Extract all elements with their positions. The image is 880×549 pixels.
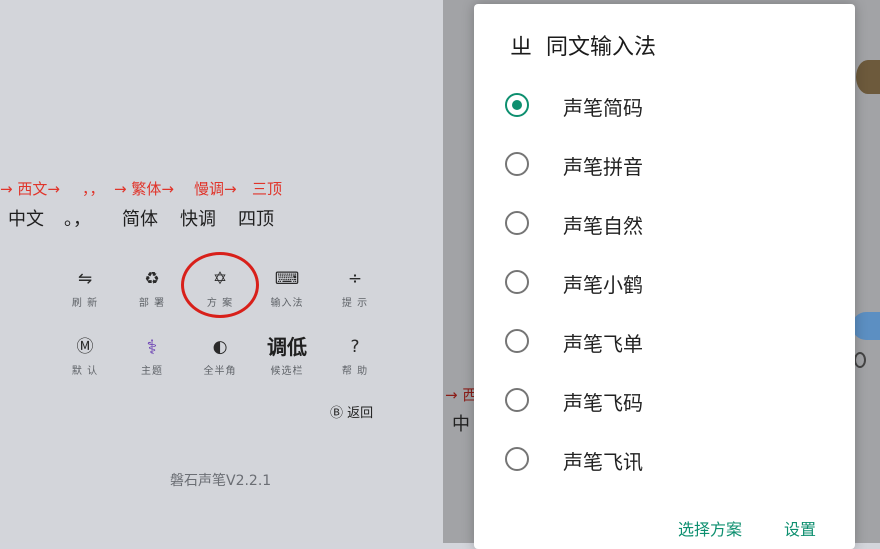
radio-button[interactable] [505,211,529,235]
scheme-option-label: 声笔小鹤 [563,273,643,297]
fullwidth-label: 全半角 [203,366,237,377]
mode-siding[interactable]: 四顶 [238,205,274,231]
hint-label: 提 示 [341,298,369,309]
scheme-option-label: 声笔拼音 [563,155,643,179]
background-hint-fragment: → 西 [445,386,478,404]
scheme-option[interactable]: 声笔飞讯 [505,440,845,480]
scheme-option[interactable]: 声笔飞单 [505,322,845,362]
background-image-fragment [856,60,880,94]
half-circle-icon: ◐ [212,337,228,357]
select-scheme-button[interactable]: 选择方案 [678,516,742,540]
scheme-option-label: 声笔自然 [563,214,643,238]
dialog-title: ㄓ同文输入法 [510,29,656,61]
radio-button[interactable] [505,388,529,412]
ime-label: 输入法 [270,298,304,309]
hint-fanti: → 繁体→ [114,180,174,198]
recycle-icon: ♻ [144,269,160,289]
version-label: 磐石声笔V2.2.1 [170,473,272,489]
help-key[interactable]: ? 帮 助 [325,334,385,377]
scheme-option[interactable]: 声笔飞码 [505,381,845,421]
keyboard-icon: ⌨ [274,269,300,289]
help-label: 帮 助 [341,366,369,377]
mode-kuaidiao[interactable]: 快调 [180,205,216,231]
scheme-option[interactable]: 声笔简码 [505,86,845,126]
background-mode-fragment: 中 [452,414,470,435]
deploy-label: 部 署 [138,298,166,309]
default-label: 默 认 [71,366,99,377]
refresh-label: 刷 新 [71,298,99,309]
scheme-option[interactable]: 声笔拼音 [505,145,845,185]
hint-xiwen: → 西文→ [0,180,60,198]
scheme-select-dialog: ㄓ同文输入法 声笔简码 声笔拼音 声笔自然 声笔小鹤 声笔飞单 声笔飞码 声笔飞… [474,4,855,549]
return-button[interactable]: Ⓑ 返回 [330,402,373,421]
caduceus-icon: ⚕ [146,335,158,359]
scheme-option-label: 声笔飞单 [563,332,643,356]
fullwidth-key[interactable]: ◐ 全半角 [190,334,250,377]
mode-jianti[interactable]: 简体 [122,205,158,231]
scheme-option-label: 声笔飞码 [563,391,643,415]
theme-label: 主题 [141,366,163,377]
divide-icon: ÷ [347,269,363,289]
candidate-bar-label: 候选栏 [270,366,304,377]
hint-sanding: 三顶 [252,180,283,198]
background-icon-fragment [854,352,866,368]
scheme-option[interactable]: 声笔自然 [505,204,845,244]
dialog-title-text: 同文输入法 [546,35,657,60]
candidate-bar-value: 调低 [267,335,307,359]
refresh-key[interactable]: ⇋ 刷 新 [55,266,115,309]
scheme-option-label: 声笔飞讯 [563,450,643,474]
candidate-bar-key[interactable]: 调低 候选栏 [257,334,317,377]
radio-button[interactable] [505,270,529,294]
default-key[interactable]: Ⓜ 默 认 [55,334,115,377]
hint-punct: ，， [82,180,105,198]
radio-button[interactable] [505,447,529,471]
settings-button[interactable]: 设置 [784,516,816,540]
question-icon: ? [350,337,360,357]
mode-zhongwen[interactable]: 中文 [8,205,44,231]
mode-punct[interactable]: 。， [64,205,91,231]
hint-mandiao: 慢调→ [194,180,237,198]
keyboard-panel: → 西文→ ，， → 繁体→ 慢调→ 三顶 中文 。， 简体 快调 四顶 ⇋ 刷… [0,0,443,543]
radio-button[interactable] [505,329,529,353]
hint-key[interactable]: ÷ 提 示 [325,266,385,309]
deploy-key[interactable]: ♻ 部 署 [122,266,182,309]
radio-button[interactable] [505,152,529,176]
refresh-icon: ⇋ [77,269,93,289]
background-button-fragment [852,312,880,340]
highlight-circle [181,252,259,318]
circled-m-icon: Ⓜ [76,337,94,357]
radio-button-checked[interactable] [505,93,529,117]
ime-key[interactable]: ⌨ 输入法 [257,266,317,309]
theme-key[interactable]: ⚕ 主题 [122,334,182,377]
scheme-option-label: 声笔简码 [563,96,643,120]
app-logo-icon: ㄓ [510,35,533,60]
scheme-option[interactable]: 声笔小鹤 [505,263,845,303]
